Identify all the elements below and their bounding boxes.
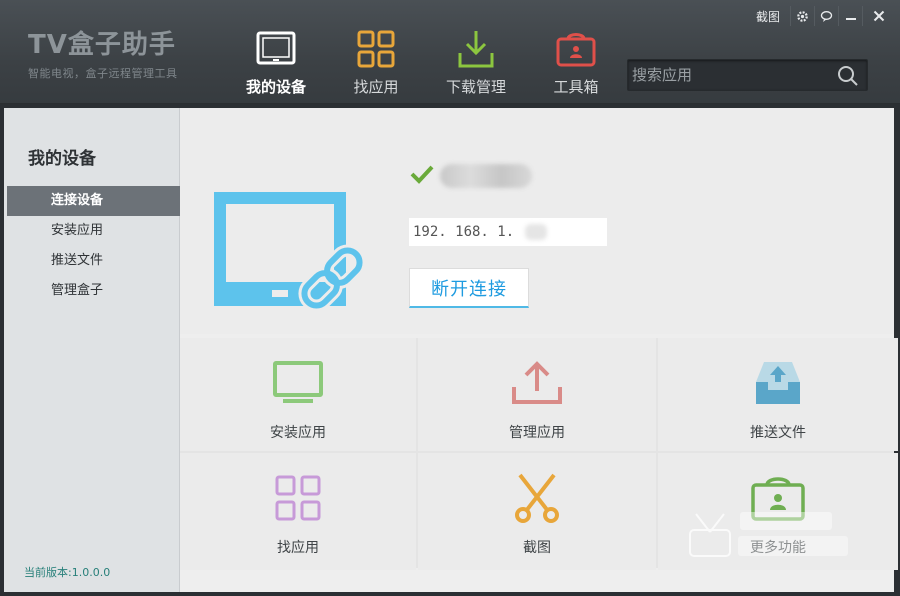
nav-downloads[interactable]: 下载管理 bbox=[426, 28, 526, 98]
device-connection-panel: 192. 168. 1. 断开连接 bbox=[180, 108, 894, 334]
tv-icon bbox=[255, 28, 297, 70]
search-icon[interactable] bbox=[837, 65, 859, 91]
version-info: 当前版本:1.0.0.0 bbox=[24, 564, 110, 580]
ip-address: 192. 168. 1. bbox=[413, 224, 523, 240]
tile-find-apps[interactable]: 找应用 bbox=[180, 453, 416, 570]
app-subtitle: 智能电视，盒子远程管理工具 bbox=[28, 67, 178, 80]
sidebar: 我的设备 连接设备 安装应用 推送文件 管理盒子 当前版本:1.0.0.0 bbox=[4, 108, 180, 592]
app-title: TV盒子助手 bbox=[28, 30, 176, 60]
chat-icon[interactable] bbox=[814, 6, 838, 26]
inbox-upload-icon bbox=[750, 358, 806, 408]
ip-redacted bbox=[524, 224, 547, 240]
download-icon bbox=[455, 28, 497, 70]
main-nav: 我的设备 找应用 下载管理 工具箱 bbox=[226, 28, 626, 98]
tile-install-app[interactable]: 安装应用 bbox=[180, 338, 416, 451]
sidebar-item-install-app[interactable]: 安装应用 bbox=[7, 216, 180, 246]
nav-label: 找应用 bbox=[353, 78, 399, 96]
install-tv-icon bbox=[270, 358, 326, 408]
tile-label: 安装应用 bbox=[270, 425, 326, 441]
sidebar-menu: 连接设备 安装应用 推送文件 管理盒子 bbox=[7, 186, 180, 306]
nav-my-devices[interactable]: 我的设备 bbox=[226, 28, 326, 98]
nav-label: 下载管理 bbox=[445, 78, 506, 96]
nav-toolbox[interactable]: 工具箱 bbox=[526, 28, 626, 98]
tile-screenshot[interactable]: 截图 bbox=[418, 453, 656, 570]
device-name-redacted bbox=[440, 164, 532, 188]
nav-find-apps[interactable]: 找应用 bbox=[326, 28, 426, 98]
ip-address-field: 192. 168. 1. bbox=[409, 218, 607, 246]
tile-manage-apps[interactable]: 管理应用 bbox=[418, 338, 656, 451]
scissors-icon bbox=[509, 473, 565, 523]
tile-label: 截图 bbox=[523, 540, 551, 556]
nav-label: 工具箱 bbox=[553, 78, 599, 96]
close-icon[interactable] bbox=[862, 6, 894, 26]
search-input[interactable] bbox=[632, 60, 832, 90]
app-grid-icon bbox=[355, 28, 397, 70]
screenshot-link[interactable]: 截图 bbox=[756, 8, 780, 25]
minimize-icon[interactable] bbox=[838, 6, 862, 26]
tile-label: 找应用 bbox=[277, 540, 319, 556]
app-header: TV盒子助手 智能电视，盒子远程管理工具 截图 我的设备 找应用 下载管理 工具… bbox=[0, 0, 900, 104]
version-value: 1.0.0.0 bbox=[71, 566, 111, 579]
nav-label: 我的设备 bbox=[245, 78, 306, 96]
tv-link-icon bbox=[214, 192, 366, 316]
sidebar-item-manage-box[interactable]: 管理盒子 bbox=[7, 276, 180, 306]
tile-label: 推送文件 bbox=[750, 425, 806, 441]
tile-push-file[interactable]: 推送文件 bbox=[658, 338, 898, 451]
search-box bbox=[627, 59, 868, 91]
connection-status bbox=[410, 164, 532, 188]
sidebar-title: 我的设备 bbox=[28, 149, 96, 169]
tile-label: 管理应用 bbox=[509, 425, 565, 441]
toolbox-icon bbox=[555, 28, 597, 70]
watermark-logo bbox=[688, 494, 858, 560]
check-icon bbox=[410, 164, 434, 188]
window-controls: 截图 bbox=[756, 6, 894, 26]
sidebar-item-connect-device[interactable]: 连接设备 bbox=[7, 186, 180, 216]
app-grid-icon bbox=[270, 473, 326, 523]
disconnect-button[interactable]: 断开连接 bbox=[409, 268, 529, 308]
app-logo: TV盒子助手 智能电视，盒子远程管理工具 bbox=[28, 24, 178, 81]
sidebar-item-push-file[interactable]: 推送文件 bbox=[7, 246, 180, 276]
upload-icon bbox=[509, 358, 565, 408]
version-label: 当前版本: bbox=[24, 566, 72, 579]
gear-icon[interactable] bbox=[790, 6, 814, 26]
